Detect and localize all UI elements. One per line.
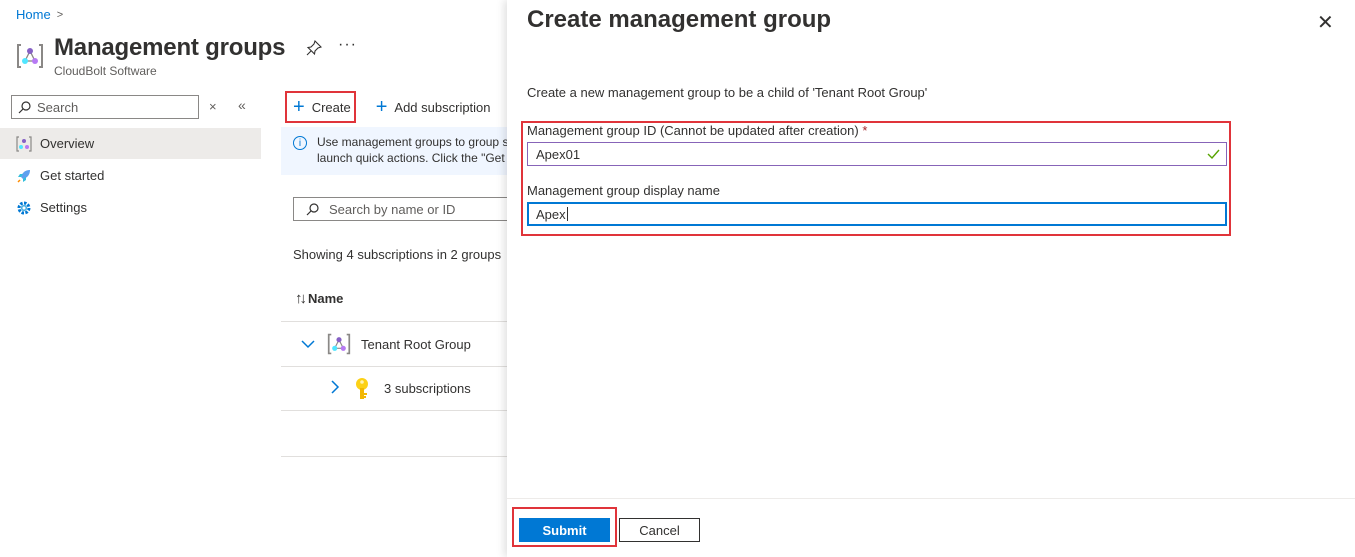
info-banner: i Use management groups to group s launc… (281, 127, 507, 175)
display-name-field[interactable]: Apex (527, 202, 1227, 226)
plus-icon: + (375, 96, 388, 118)
panel-title: Create management group (527, 6, 832, 33)
results-count: Showing 4 subscriptions in 2 groups (293, 247, 502, 262)
command-bar: + Create + Add subscription (285, 91, 491, 123)
table-row[interactable]: 3 subscriptions (281, 366, 507, 411)
required-mark: * (862, 123, 868, 138)
cancel-button[interactable]: Cancel (619, 518, 700, 542)
chevron-down-icon[interactable] (301, 336, 315, 352)
column-header-label: Name (308, 291, 344, 306)
submit-button[interactable]: Submit (519, 518, 610, 542)
search-icon (18, 100, 31, 113)
table-row[interactable]: Tenant Root Group (281, 321, 507, 366)
create-button-label: Create (311, 99, 351, 115)
management-group-icon (327, 333, 351, 355)
sidebar-item-get-started[interactable]: Get started (0, 160, 261, 191)
display-name-value: Apex (536, 206, 566, 222)
create-management-group-panel: Create management group ✕ Create a new m… (507, 0, 1355, 557)
panel-footer-divider (507, 498, 1355, 499)
add-subscription-label: Add subscription (394, 99, 491, 115)
management-group-icon (17, 44, 43, 68)
more-options-icon[interactable]: ··· (338, 36, 357, 54)
management-group-id-field[interactable]: Apex01 (527, 142, 1227, 166)
panel-description: Create a new management group to be a ch… (527, 85, 928, 100)
row-label[interactable]: Tenant Root Group (361, 337, 471, 352)
sort-icon: ↑↓ (295, 290, 307, 307)
add-subscription-button[interactable]: + Add subscription (376, 91, 491, 123)
divider (281, 456, 507, 457)
breadcrumb-home-link[interactable]: Home (16, 7, 51, 22)
rocket-icon (17, 169, 30, 183)
list-search-input[interactable]: Search by name or ID (293, 197, 507, 221)
pin-icon[interactable] (306, 40, 322, 56)
nav-search-placeholder: Search (37, 99, 79, 115)
management-group-icon (16, 135, 32, 152)
row-label[interactable]: 3 subscriptions (384, 381, 471, 396)
chevron-right-icon: > (56, 8, 64, 21)
list-search-placeholder: Search by name or ID (329, 201, 456, 217)
column-header-name[interactable]: ↑↓ Name (295, 290, 343, 307)
sidebar-nav: Overview Get started Settings (0, 128, 261, 224)
display-name-label: Management group display name (527, 183, 720, 198)
breadcrumb: Home > (16, 7, 63, 22)
page-title: Management groups (54, 34, 286, 61)
plus-icon: + (293, 96, 305, 118)
key-icon (356, 377, 368, 399)
close-icon[interactable]: ✕ (1317, 10, 1334, 35)
gear-icon (17, 201, 31, 214)
info-text-line1: Use management groups to group s (317, 135, 507, 149)
search-icon (306, 202, 319, 215)
info-icon: i (293, 136, 307, 150)
page-header: Management groups CloudBolt Software (16, 34, 285, 78)
info-text-line2: launch quick actions. Click the "Get (317, 151, 505, 165)
sidebar-item-label: Get started (40, 168, 105, 183)
page-subtitle: CloudBolt Software (54, 64, 157, 78)
clear-filter-icon[interactable]: × (209, 99, 217, 114)
chevron-right-icon[interactable] (330, 380, 340, 397)
sidebar-item-label: Settings (40, 200, 87, 215)
sidebar-item-label: Overview (40, 136, 95, 151)
checkmark-icon (1207, 147, 1220, 162)
management-group-id-label: Management group ID (Cannot be updated a… (527, 123, 867, 138)
text-cursor (566, 207, 568, 221)
collapse-sidebar-icon[interactable]: « (238, 97, 246, 113)
sidebar-item-overview[interactable]: Overview (0, 128, 261, 159)
management-group-id-value: Apex01 (536, 146, 581, 162)
create-button[interactable]: + Create (285, 91, 356, 123)
management-group-id-label-text: Management group ID (Cannot be updated a… (527, 123, 859, 138)
sidebar-item-settings[interactable]: Settings (0, 192, 261, 223)
nav-search-input[interactable]: Search (11, 95, 199, 119)
